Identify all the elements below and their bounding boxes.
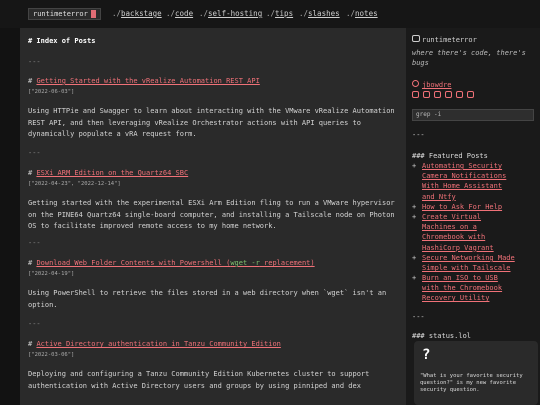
post-title-link[interactable]: ESXi ARM Edition on the Quartz64 SBC <box>36 169 188 177</box>
separator: --- <box>412 313 425 321</box>
featured-title: and Ntfy <box>422 192 456 201</box>
featured-post-link[interactable]: + Burn an ISO to USB with the Chromebook Re… <box>412 273 502 304</box>
tagline: where there's code, there's bugs <box>412 49 526 67</box>
status-text: "What is your favorite security question… <box>420 373 523 393</box>
cursor-icon <box>90 10 96 18</box>
post-summary: Deploying and configuring a Tanzu Commun… <box>28 370 370 390</box>
separator: --- <box>28 149 41 157</box>
heading-hash: # <box>28 169 33 177</box>
nav-label: notes <box>355 9 378 18</box>
post-date: ["2022-04-19"] <box>28 271 75 277</box>
nav-prefix: ./ <box>112 9 122 18</box>
nav-link-slashes[interactable]: ./slashes <box>299 9 340 19</box>
post-summary: Getting started with the experimental ES… <box>28 199 395 230</box>
title-text: replacement) <box>259 259 315 267</box>
nav-label: backstage <box>121 9 162 18</box>
sidebar: runtimeterror where there's code, there'… <box>406 28 540 405</box>
featured-title: With Home Assistant <box>422 182 503 191</box>
post-title-link[interactable]: Download Web Folder Contents with Powers… <box>36 259 314 267</box>
featured-title: with the Chromebook <box>422 284 503 293</box>
separator: --- <box>28 320 41 328</box>
top-navigation-bar: runtimeterror ./backstage ./code ./self-… <box>0 0 540 28</box>
featured-title: Burn an ISO to USB <box>422 274 498 282</box>
featured-title: Secure Networking Made <box>422 254 515 262</box>
user-icon <box>412 80 419 87</box>
nav-label: slashes <box>308 9 340 18</box>
nav-label: tips <box>275 9 294 18</box>
featured-post-link[interactable]: + How to Ask For Help <box>412 202 502 212</box>
inline-code: wget -r <box>230 259 260 267</box>
featured-title: How to Ask For Help <box>422 203 503 211</box>
chat-icon[interactable] <box>456 91 463 98</box>
mastodon-icon[interactable] <box>434 91 441 98</box>
nav-label: code <box>175 9 194 18</box>
nav-link-notes[interactable]: ./notes <box>346 9 378 19</box>
separator: --- <box>28 58 41 66</box>
site-name[interactable]: runtimeterror <box>412 35 477 45</box>
social-icons <box>412 91 478 101</box>
nav-prefix: ./ <box>199 9 209 18</box>
post-index: # Index of Posts --- # Getting Started w… <box>20 28 406 405</box>
search-input[interactable]: grep -i <box>412 109 534 121</box>
featured-title: Recovery Utility <box>422 294 490 303</box>
post-date: ["2022-06-03"] <box>28 89 75 95</box>
featured-title: Automating Security <box>422 162 503 170</box>
featured-post-link[interactable]: + Automating Security Camera Notifications… <box>412 161 506 202</box>
heading-hash: # <box>28 340 33 348</box>
logo-text: runtimeterror <box>33 10 88 18</box>
featured-title: Machines on a <box>422 223 477 232</box>
nav-prefix: ./ <box>166 9 176 18</box>
nav-label: self-hosting <box>208 9 263 18</box>
author-link[interactable]: jbowdre <box>412 80 452 90</box>
github-icon[interactable] <box>412 91 419 98</box>
gitlab-icon[interactable] <box>423 91 430 98</box>
nav-link-code[interactable]: ./code <box>166 9 193 19</box>
nav-prefix: ./ <box>299 9 309 18</box>
author-name: jbowdre <box>422 81 452 89</box>
status-heading: ### status.lol <box>412 332 472 340</box>
site-logo[interactable]: runtimeterror <box>28 8 101 20</box>
post-title-row: # Download Web Folder Contents with Powe… <box>28 259 315 268</box>
separator: --- <box>412 131 425 139</box>
nav-link-tips[interactable]: ./tips <box>266 9 293 19</box>
post-title-row: # Getting Started with the vRealize Auto… <box>28 77 260 86</box>
page-title: # Index of Posts <box>28 37 96 45</box>
matrix-icon[interactable] <box>445 91 452 98</box>
nav-link-self-hosting[interactable]: ./self-hosting <box>199 9 262 19</box>
nav-prefix: ./ <box>266 9 276 18</box>
nav-prefix: ./ <box>346 9 356 18</box>
featured-title: Create Virtual <box>422 213 482 221</box>
status-emoji: ? <box>422 347 431 363</box>
featured-title: Chromebook with <box>422 233 486 242</box>
nav-link-backstage[interactable]: ./backstage <box>112 9 162 19</box>
featured-heading: ### Featured Posts <box>412 152 488 160</box>
separator: --- <box>28 239 41 247</box>
post-title-row: # Active Directory authentication in Tan… <box>28 340 281 349</box>
featured-title: Simple with Tailscale <box>422 264 511 273</box>
terminal-icon <box>412 35 420 42</box>
post-title-link[interactable]: Getting Started with the vRealize Automa… <box>36 77 259 85</box>
rss-icon[interactable] <box>467 91 474 98</box>
post-date: ["2022-03-06"] <box>28 352 75 358</box>
post-summary: Using PowerShell to retrieve the files s… <box>28 289 387 309</box>
title-text: Download Web Folder Contents with Powers… <box>36 259 231 267</box>
featured-post-link[interactable]: + Create Virtual Machines on a Chromebook w… <box>412 212 494 253</box>
post-summary: Using HTTPie and Swagger to learn about … <box>28 107 395 138</box>
featured-title: Camera Notifications <box>422 172 507 181</box>
post-date: ["2022-04-23", "2022-12-14"] <box>28 181 121 187</box>
post-title-row: # ESXi ARM Edition on the Quartz64 SBC <box>28 169 188 178</box>
featured-title: HashiCorp Vagrant <box>422 243 494 252</box>
featured-post-link[interactable]: + Secure Networking Made Simple with Tails… <box>412 253 515 273</box>
heading-hash: # <box>28 259 33 267</box>
site-name-text: runtimeterror <box>422 36 477 44</box>
heading-hash: # <box>28 77 33 85</box>
post-title-link[interactable]: Active Directory authentication in Tanzu… <box>36 340 280 348</box>
status-card[interactable]: ? "What is your favorite security questi… <box>414 341 538 405</box>
